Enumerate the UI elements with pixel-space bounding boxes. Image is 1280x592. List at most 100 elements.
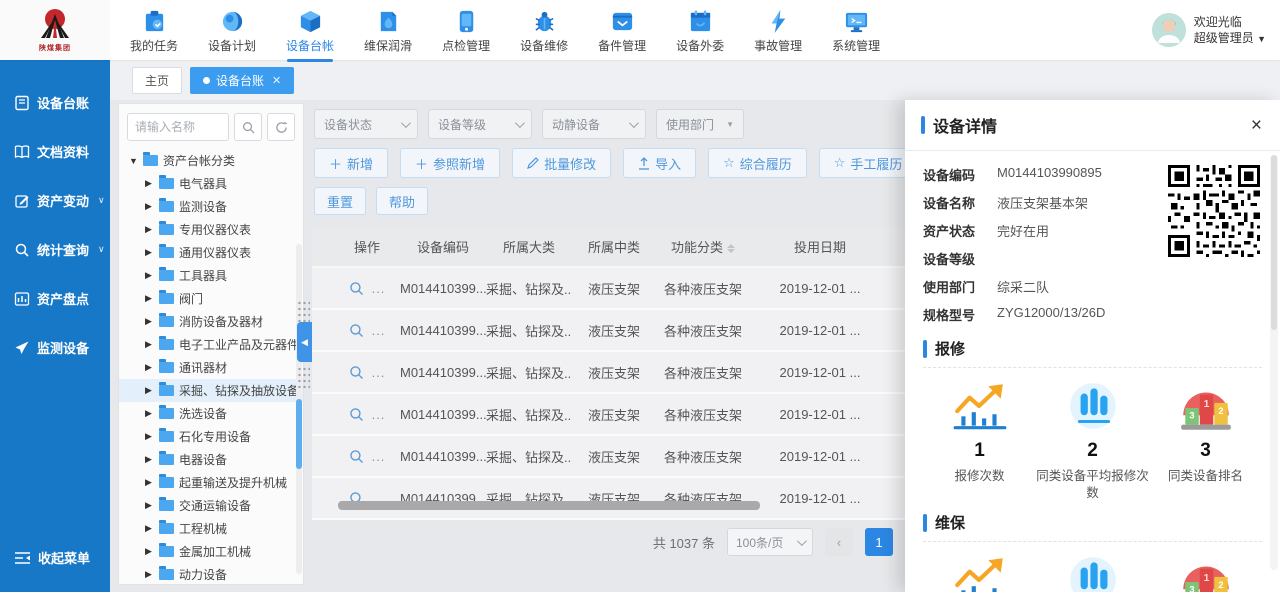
caret-collapsed-icon[interactable]: ▶ [145,523,154,534]
tree-item[interactable]: ▶工具器具 [119,264,303,287]
tree-item[interactable]: ▶石化专用设备 [119,425,303,448]
caret-collapsed-icon[interactable]: ▶ [145,293,154,304]
page-size-select[interactable]: 100条/页 [727,528,813,556]
filter-equipment-level[interactable]: 设备等级 [428,109,532,139]
nav-maintenance-lubrication[interactable]: 维保润滑 [362,1,414,60]
nav-spot-check[interactable]: 点检管理 [440,1,492,60]
tab-home[interactable]: 主页 [132,67,182,94]
tree-item[interactable]: ▶工程机械 [119,517,303,540]
caret-collapsed-icon[interactable]: ▶ [145,339,154,350]
caret-collapsed-icon[interactable]: ▶ [145,362,154,373]
tree-collapse-handle[interactable]: ◀ [297,322,312,362]
splitter-grip[interactable] [297,300,310,322]
tree-item[interactable]: ▶通讯器材 [119,356,303,379]
tree-root[interactable]: ▼ 资产台帐分类 [119,149,303,172]
tree-scrollbar-thumb[interactable] [296,399,302,469]
caret-collapsed-icon[interactable]: ▶ [145,569,154,580]
drawer-scrollbar-thumb[interactable] [1271,155,1277,330]
tree-search-input[interactable] [127,113,229,141]
nav-system[interactable]: 系统管理 [830,1,882,60]
table-row[interactable]: ... M014410399... 采掘、钻探及... 液压支架 各种液压支架 … [312,477,907,519]
view-icon[interactable] [349,323,364,338]
filter-equipment-status[interactable]: 设备状态 [314,109,418,139]
more-actions-icon[interactable]: ... [372,407,386,422]
view-icon[interactable] [349,449,364,464]
table-row[interactable]: ... M014410399... 采掘、钻探及... 液压支架 各种液压支架 … [312,351,907,393]
help-button[interactable]: 帮助 [376,187,428,215]
tree-item-selected[interactable]: ▶采掘、钻探及抽放设备 [119,379,303,402]
tree-item[interactable]: ▶专用仪器仪表 [119,218,303,241]
table-row[interactable]: ... M014410399... 采掘、钻探及... 液压支架 各种液压支架 … [312,393,907,435]
filter-dynamic-static[interactable]: 动静设备 [542,109,646,139]
sidebar-item-equipment-ledger[interactable]: 设备台账 [0,78,110,127]
horizontal-scrollbar-thumb[interactable] [338,501,760,510]
caret-collapsed-icon[interactable]: ▶ [145,224,154,235]
caret-collapsed-icon[interactable]: ▶ [145,500,154,511]
nav-my-tasks[interactable]: 我的任务 [128,1,180,60]
caret-collapsed-icon[interactable]: ▶ [145,316,154,327]
caret-expanded-icon[interactable]: ▼ [129,156,138,166]
sidebar-item-monitoring-equipment[interactable]: 监测设备 [0,323,110,372]
tree-item[interactable]: ▶动力设备 [119,563,303,585]
sort-icon[interactable] [727,244,735,253]
tree-item[interactable]: ▶金属加工机械 [119,540,303,563]
tree-item[interactable]: ▶交通运输设备 [119,494,303,517]
sidebar-item-asset-inventory[interactable]: 资产盘点 [0,274,110,323]
import-button[interactable]: 导入 [623,148,696,178]
nav-spare-parts[interactable]: 备件管理 [596,1,648,60]
prev-page-button[interactable]: ‹ [825,528,853,556]
drawer-scrollbar[interactable] [1270,155,1278,570]
more-actions-icon[interactable]: ... [372,323,386,338]
tree-item[interactable]: ▶电子工业产品及元器件 [119,333,303,356]
nav-outsourcing[interactable]: 设备外委 [674,1,726,60]
nav-equipment-repair[interactable]: 设备维修 [518,1,570,60]
close-icon[interactable]: ✕ [272,74,281,87]
table-row[interactable]: ... M014410399... 采掘、钻探及... 液压支架 各种液压支架 … [312,435,907,477]
sidebar-item-asset-change[interactable]: 资产变动 ∨ [0,176,110,225]
tree-scrollbar[interactable] [296,244,302,574]
col-function-class[interactable]: 功能分类 [656,227,750,267]
caret-collapsed-icon[interactable]: ▶ [145,546,154,557]
caret-collapsed-icon[interactable]: ▶ [145,247,154,258]
batch-edit-button[interactable]: 批量修改 [512,148,611,178]
more-actions-icon[interactable]: ... [372,281,386,296]
refresh-button[interactable] [267,113,295,141]
tree-item[interactable]: ▶监测设备 [119,195,303,218]
table-row[interactable]: ... M014410399... 采掘、钻探及... 液压支架 各种液压支架 … [312,267,907,309]
caret-collapsed-icon[interactable]: ▶ [145,270,154,281]
tree-item[interactable]: ▶电气器具 [119,172,303,195]
tree-item[interactable]: ▶电器设备 [119,448,303,471]
tree-item[interactable]: ▶阀门 [119,287,303,310]
caret-collapsed-icon[interactable]: ▶ [145,201,154,212]
filter-using-department[interactable]: 使用部门▼ [656,109,744,139]
caret-collapsed-icon[interactable]: ▶ [145,431,154,442]
manual-history-button[interactable]: ☆手工履历 [819,148,907,178]
nav-equipment-plan[interactable]: 设备计划 [206,1,258,60]
view-icon[interactable] [349,365,364,380]
view-icon[interactable] [349,407,364,422]
tree-item[interactable]: ▶起重输送及提升机械 [119,471,303,494]
more-actions-icon[interactable]: ... [372,365,386,380]
collapse-menu-button[interactable]: 收起菜单 [0,533,110,582]
comprehensive-history-button[interactable]: ☆综合履历 [708,148,807,178]
caret-collapsed-icon[interactable]: ▶ [145,454,154,465]
sidebar-item-statistics-query[interactable]: 统计查询 ∨ [0,225,110,274]
user-menu[interactable]: 欢迎光临 超级管理员 ▼ [1152,13,1266,47]
tab-equipment-ledger[interactable]: 设备台账 ✕ [190,67,294,94]
caret-collapsed-icon[interactable]: ▶ [145,385,154,396]
caret-collapsed-icon[interactable]: ▶ [145,477,154,488]
close-icon[interactable]: × [1251,116,1262,135]
sidebar-item-documents[interactable]: 文档资料 [0,127,110,176]
reset-button[interactable]: 重置 [314,187,366,215]
caret-collapsed-icon[interactable]: ▶ [145,408,154,419]
tree-item[interactable]: ▶通用仪器仪表 [119,241,303,264]
tree-item[interactable]: ▶消防设备及器材 [119,310,303,333]
add-button[interactable]: ＋新增 [314,148,388,178]
splitter-grip[interactable] [297,366,310,388]
view-icon[interactable] [349,281,364,296]
table-row[interactable]: ... M014410399... 采掘、钻探及... 液压支架 各种液压支架 … [312,309,907,351]
page-1-button[interactable]: 1 [865,528,893,556]
nav-accident[interactable]: 事故管理 [752,1,804,60]
add-by-reference-button[interactable]: ＋参照新增 [400,148,500,178]
tree-item[interactable]: ▶洗选设备 [119,402,303,425]
